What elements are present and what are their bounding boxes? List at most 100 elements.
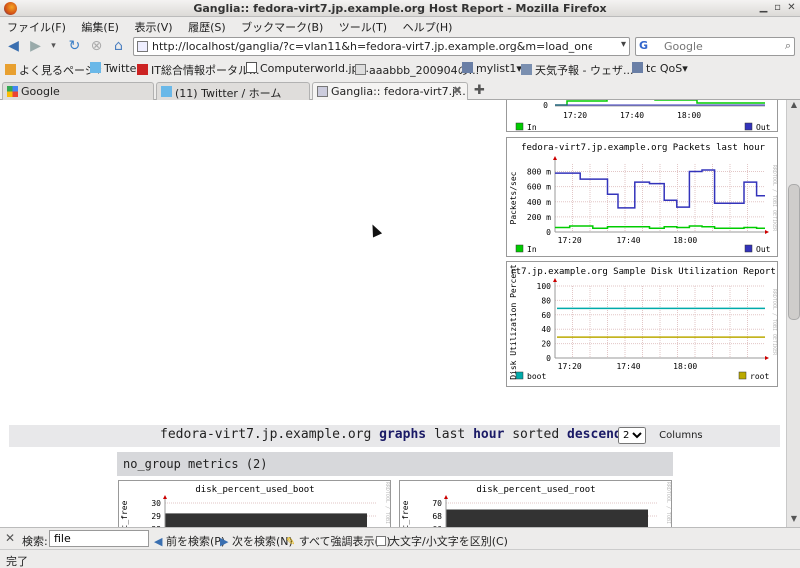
search-icon[interactable]: ⌕	[785, 39, 791, 53]
find-input[interactable]	[49, 530, 149, 547]
y-tick-label: 60	[541, 311, 551, 320]
x-tick-1740: 17:40	[620, 111, 644, 120]
tab-bar: Google (11) Twitter / ホーム Ganglia:: fedo…	[0, 80, 800, 101]
y-axis-arrow	[553, 156, 557, 160]
find-next-button[interactable]: ▶ 次を検索(N)	[220, 533, 293, 549]
bookmark-most-visited[interactable]: よく見るページ▾	[5, 62, 101, 78]
menu-help[interactable]: ヘルプ(H)	[396, 17, 458, 35]
menu-file[interactable]: ファイル(F)	[0, 17, 71, 35]
reload-icon[interactable]: ↻	[66, 38, 83, 55]
find-prev-button[interactable]: ◀ 前を検索(P)	[154, 533, 225, 549]
bookmark-aaabbb[interactable]: aaabbb_200904の...	[355, 62, 479, 78]
disk-utilization-graph: rt7.jp.example.org Sample Disk Utilizati…	[506, 261, 778, 387]
maximize-icon[interactable]: ▫	[771, 2, 784, 15]
it-portal-icon	[137, 64, 148, 75]
status-bar: 完了	[0, 549, 800, 568]
rrdtool-credit: RRDTOOL / TOBI OETIKER	[665, 482, 671, 527]
legend-out-label: Out	[756, 123, 771, 132]
scroll-down-icon[interactable]: ▼	[788, 514, 800, 527]
back-arrow-icon[interactable]: ◀	[5, 38, 22, 55]
network-graph-partial: 0 17:20 17:40 18:00 In Out	[506, 100, 778, 132]
forward-arrow-icon[interactable]: ▶	[27, 38, 44, 55]
google-favicon-icon	[7, 86, 18, 97]
metric-graph-boot[interactable]: disk_percent_used_boott_free282930RRDTOO…	[118, 480, 391, 527]
metric-y-label: t_free	[401, 500, 410, 527]
legend-out-swatch	[744, 122, 753, 131]
close-window-icon[interactable]: ✕	[785, 2, 798, 15]
match-case-checkbox[interactable]: 大文字/小文字を区別(C)	[376, 533, 508, 549]
graphs-sort-bar: fedora-virt7.jp.example.org graphs last …	[9, 425, 780, 447]
graph-title: fedora-virt7.jp.example.org Packets last…	[521, 143, 765, 153]
legend-label-Out: Out	[756, 245, 771, 254]
menu-history[interactable]: 履歴(S)	[181, 17, 231, 35]
legend-label-root: root	[750, 372, 769, 381]
legend-swatch-root	[738, 371, 747, 380]
legend-swatch-Out	[744, 244, 753, 253]
close-findbar-icon[interactable]: ✕	[5, 531, 15, 545]
metric-group-heading[interactable]: no_group metrics (2)	[117, 452, 673, 476]
bookmark-twitter[interactable]: Twitter	[90, 62, 141, 75]
search-input[interactable]	[664, 39, 779, 54]
page-icon	[355, 64, 366, 75]
rrdtool-credit: RRDTOOL / TOBI OETIKER	[384, 482, 390, 527]
google-engine-icon[interactable]: G	[639, 39, 648, 52]
y-tick-label: 800 m	[527, 168, 551, 177]
computerworld-icon	[246, 62, 257, 73]
metric-graph-root-svg: disk_percent_used_roott_free666870RRDTOO…	[401, 482, 671, 527]
y-tick-label: 100	[537, 282, 552, 291]
window-titlebar: Ganglia:: fedora-virt7.jp.example.org Ho…	[0, 0, 800, 17]
y-tick-label: 200 m	[527, 213, 551, 222]
home-icon[interactable]: ⌂	[110, 38, 127, 55]
scroll-up-icon[interactable]: ▲	[788, 100, 800, 113]
new-tab-icon[interactable]: ✚	[474, 83, 485, 98]
url-input[interactable]	[152, 39, 592, 54]
menu-view[interactable]: 表示(V)	[127, 17, 177, 35]
search-bar[interactable]: G ⌕	[635, 37, 795, 56]
legend-swatch-In	[515, 244, 524, 253]
highlight-all-button[interactable]: ✎ すべて強調表示(A)	[286, 533, 391, 549]
history-dropdown-icon[interactable]: ▾	[45, 38, 62, 55]
menu-bookmarks[interactable]: ブックマーク(B)	[234, 17, 328, 35]
url-bar[interactable]: ▾	[133, 37, 630, 56]
metric-y-tick: 70	[432, 499, 442, 508]
bookmark-mylist1[interactable]: mylist1▾	[462, 62, 522, 75]
columns-select[interactable]: 2	[618, 427, 646, 444]
navigation-toolbar: ◀ ▶ ▾ ↻ ⊗ ⌂ ▾ G ⌕	[0, 35, 800, 58]
weather-icon	[521, 64, 532, 75]
bookmark-weather[interactable]: 天気予報 - ウェザ...	[521, 62, 633, 78]
url-dropdown-icon[interactable]: ▾	[621, 39, 626, 50]
menu-edit[interactable]: 編集(E)	[74, 17, 124, 35]
stop-icon[interactable]: ⊗	[88, 38, 105, 55]
bookmark-computerworld[interactable]: Computerworld.jp...	[246, 62, 369, 75]
y-axis-arrow	[553, 278, 557, 282]
close-tab-icon[interactable]: ✖	[453, 84, 462, 97]
y-tick-label: 0	[546, 228, 551, 237]
bookmark-it-portal[interactable]: IT総合情報ポータル...	[137, 62, 259, 78]
tab-twitter[interactable]: (11) Twitter / ホーム	[156, 82, 310, 100]
bookmark-tc-qos[interactable]: tc QoS▾	[632, 62, 688, 75]
page-favicon-icon	[317, 86, 328, 97]
disk-graph-svg: rt7.jp.example.org Sample Disk Utilizati…	[509, 264, 777, 381]
metric-graph-root[interactable]: disk_percent_used_roott_free666870RRDTOO…	[399, 480, 672, 527]
tab-ganglia[interactable]: Ganglia:: fedora-virt7.j... ✖	[312, 82, 468, 101]
network-graph-svg: 0 17:20 17:40 18:00 In Out	[515, 100, 771, 132]
y-tick-label: 600 m	[527, 183, 551, 192]
x-axis-arrow	[765, 230, 769, 234]
legend-label-In: In	[527, 245, 537, 254]
menu-tools[interactable]: ツール(T)	[332, 17, 392, 35]
packets-graph: fedora-virt7.jp.example.org Packets last…	[506, 137, 778, 257]
minimize-icon[interactable]: ▁	[757, 2, 770, 15]
page-content: 0 17:20 17:40 18:00 In Out fedora-virt7.…	[0, 100, 786, 527]
metric-group: no_group metrics (2) disk_percent_used_b…	[117, 452, 673, 527]
status-text: 完了	[6, 555, 28, 568]
x-tick-label: 18:00	[673, 362, 697, 371]
y-tick-label: 40	[541, 325, 551, 334]
arrow-right-icon: ▶	[220, 535, 229, 548]
legend-label-boot: boot	[527, 372, 546, 381]
scrollbar-thumb[interactable]	[788, 184, 800, 320]
bookmarks-toolbar: よく見るページ▾ Twitter IT総合情報ポータル... Computerw…	[0, 59, 800, 79]
metric-y-tick: 68	[432, 512, 442, 521]
vertical-scrollbar[interactable]: ▲ ▼	[786, 100, 800, 527]
metric-y-tick: 30	[151, 499, 161, 508]
tab-google[interactable]: Google	[2, 82, 154, 100]
